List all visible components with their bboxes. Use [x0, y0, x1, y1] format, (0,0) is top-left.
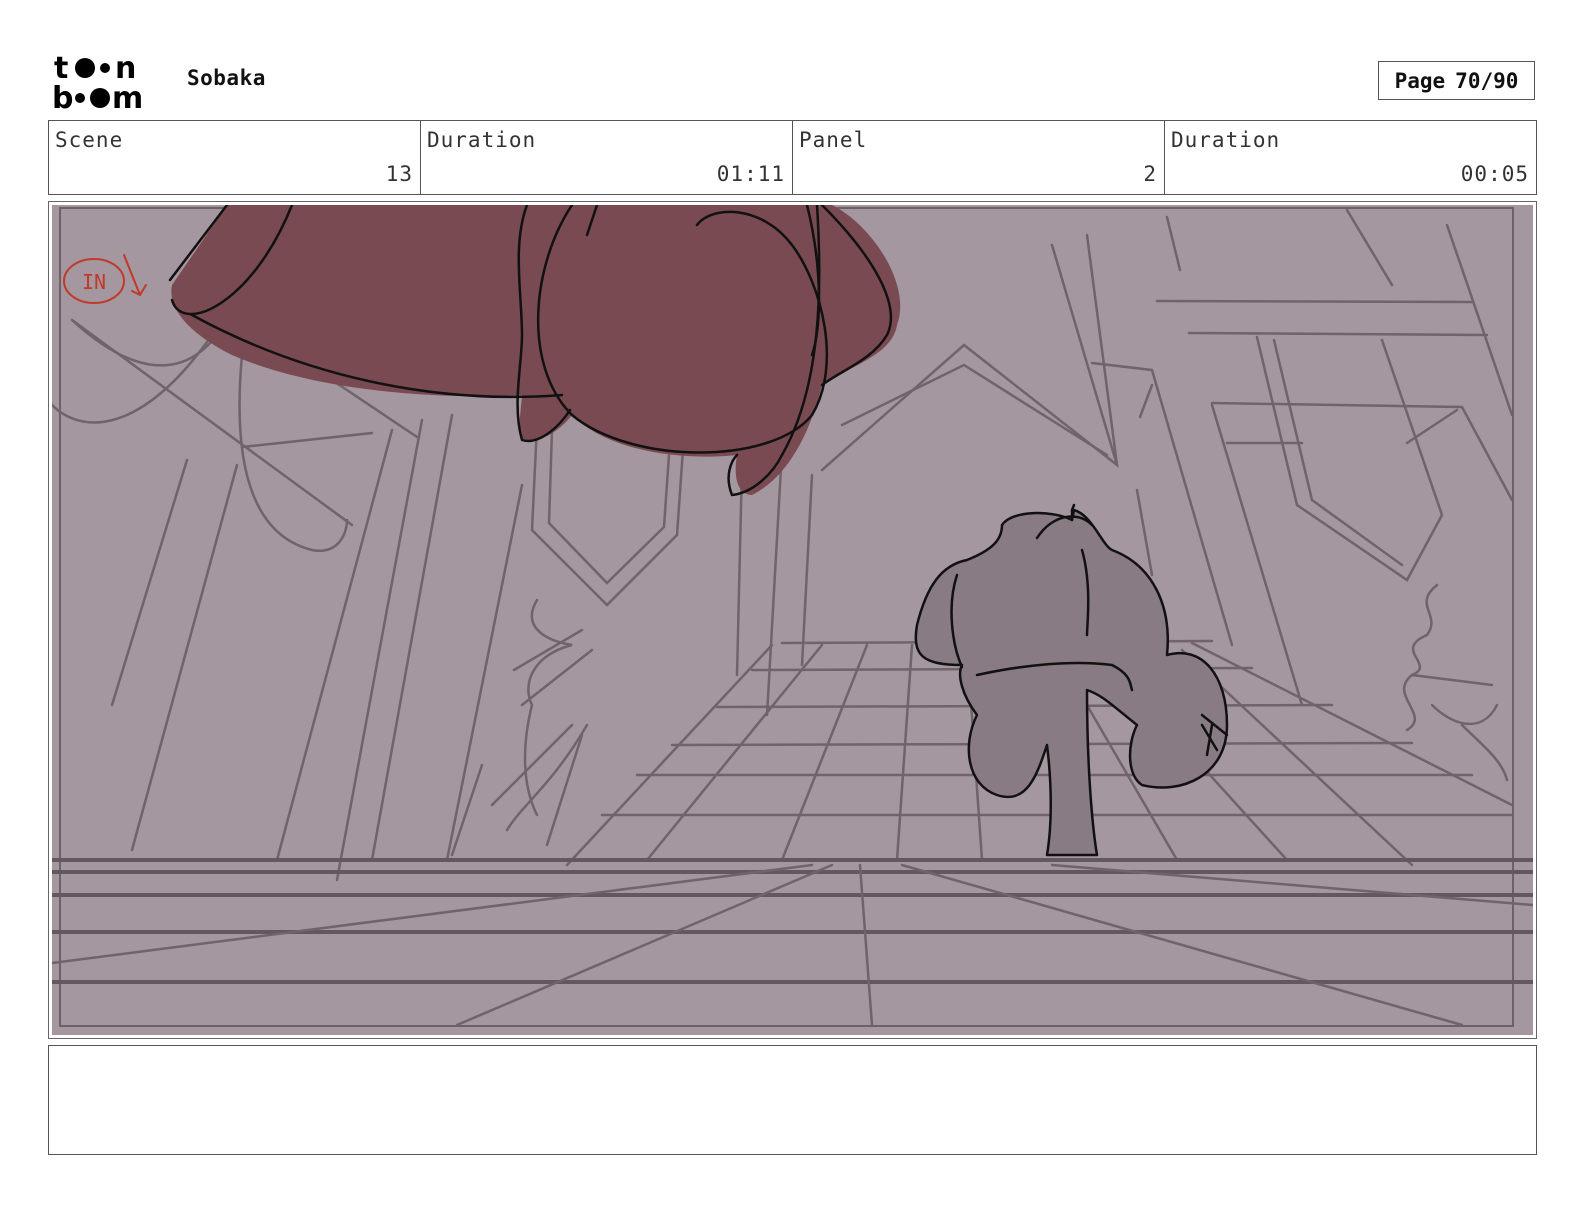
svg-text:m: m [112, 81, 143, 112]
scene-duration-cell: Duration 01:11 [421, 121, 793, 194]
panel-cell: Panel 2 [793, 121, 1165, 194]
storyboard-panel: IN [48, 201, 1537, 1039]
page-number: 70/90 [1455, 68, 1519, 93]
scene-duration-value: 01:11 [716, 162, 785, 186]
panel-drawing: IN [52, 205, 1533, 1035]
panel-duration-label: Duration [1171, 128, 1281, 152]
scene-number: 13 [385, 162, 413, 186]
scene-duration-label: Duration [427, 128, 537, 152]
panel-notes [48, 1045, 1537, 1155]
page-indicator: Page 70/90 [1378, 61, 1535, 100]
svg-text:b: b [52, 81, 73, 112]
panel-duration-cell: Duration 00:05 [1165, 121, 1536, 194]
panel-label: Panel [799, 128, 868, 152]
scene-cell: Scene 13 [49, 121, 421, 194]
panel-duration-value: 00:05 [1460, 162, 1529, 186]
panel-number: 2 [1143, 162, 1157, 186]
project-title: Sobaka [187, 66, 266, 90]
scene-info-row: Scene 13 Duration 01:11 Panel 2 Duration… [48, 120, 1537, 195]
toon-boom-logo: t n b m [52, 51, 143, 112]
in-label: IN [82, 270, 106, 294]
page-label: Page [1394, 68, 1446, 93]
scene-label: Scene [55, 128, 124, 152]
